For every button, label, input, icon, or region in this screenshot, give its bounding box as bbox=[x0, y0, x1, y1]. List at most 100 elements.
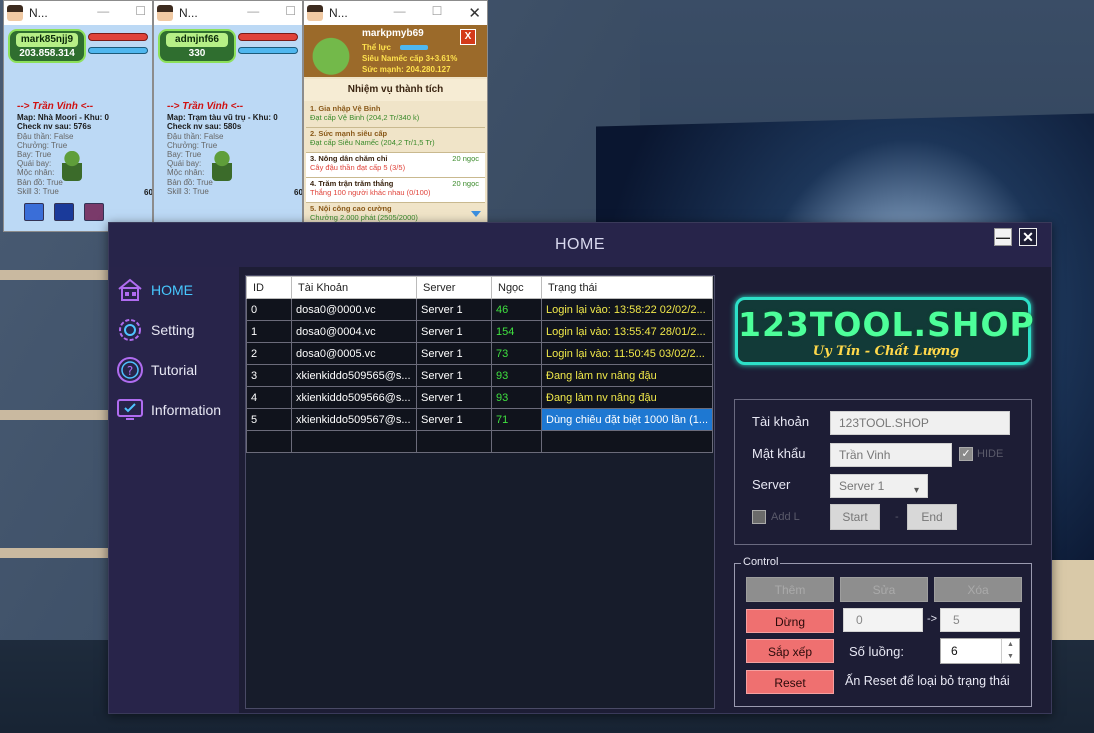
spinner-up-icon[interactable]: ▲ bbox=[1002, 639, 1019, 651]
chevron-down-icon: ▾ bbox=[913, 485, 919, 496]
spinner-down-icon[interactable]: ▼ bbox=[1002, 651, 1019, 663]
mp-bar bbox=[88, 47, 148, 54]
account-input[interactable]: 123TOOL.SHOP bbox=[830, 411, 1010, 435]
cell-id: 0 bbox=[246, 298, 292, 321]
maximize-icon[interactable]: ☐ bbox=[432, 4, 443, 22]
spinner-arrows[interactable]: ▲ ▼ bbox=[1001, 639, 1019, 663]
game-window-title: N... bbox=[329, 6, 348, 20]
column-header-ngoc[interactable]: Ngọc bbox=[491, 276, 542, 299]
range-from-input[interactable]: 0 bbox=[843, 608, 923, 632]
game-window-1[interactable]: N... — ☐ mark85njj9 203.858.314 --> Trần … bbox=[3, 0, 153, 232]
password-input[interactable]: Trần Vinh bbox=[830, 443, 952, 467]
power-label: Sức mạnh: 204.280.127 bbox=[362, 65, 451, 74]
mission-close-button[interactable]: X bbox=[460, 29, 476, 45]
minimize-button[interactable]: — bbox=[994, 228, 1012, 246]
mission-item[interactable]: 3. Nông dân chăm chỉ Cây đậu thần đạt cấ… bbox=[306, 153, 485, 178]
player-power: 330 bbox=[188, 48, 206, 59]
minimize-icon[interactable]: — bbox=[97, 4, 109, 18]
sidebar-item-tutorial[interactable]: ? Tutorial bbox=[115, 355, 235, 385]
player-name: mark85njj9 bbox=[16, 33, 78, 47]
range-arrow: -> bbox=[927, 613, 938, 625]
mission-item[interactable]: 4. Trăm trận trăm thắng Thắng 100 người … bbox=[306, 178, 485, 203]
game-window-titlebar[interactable]: N... — ☐ bbox=[4, 1, 152, 25]
skill-3-icon[interactable] bbox=[84, 203, 104, 221]
scroll-down-icon[interactable] bbox=[471, 211, 481, 217]
add-button[interactable]: Thêm bbox=[746, 577, 834, 602]
sidebar-item-information[interactable]: Information bbox=[115, 395, 235, 425]
info-line: Map: Nhà Moori - Khu: 0 bbox=[17, 113, 109, 123]
maximize-icon[interactable]: ☐ bbox=[135, 4, 146, 18]
table-new-row[interactable] bbox=[246, 430, 714, 453]
cell-server: Server 1 bbox=[416, 320, 492, 343]
threads-value: 6 bbox=[951, 644, 958, 658]
skill-2-icon[interactable] bbox=[54, 203, 74, 221]
minimize-icon[interactable]: — bbox=[394, 4, 406, 22]
brand-logo: 123TOOL.SHOP Uy Tín - Chất Lượng bbox=[735, 297, 1035, 365]
maximize-icon[interactable]: ☐ bbox=[285, 4, 296, 18]
column-header-status[interactable]: Trạng thái bbox=[540, 276, 714, 299]
cell-server: Server 1 bbox=[416, 364, 492, 387]
stop-button[interactable]: Dừng bbox=[746, 609, 834, 633]
game-window-titlebar[interactable]: N... — ☐ bbox=[154, 1, 302, 25]
game-window-3[interactable]: N... — ☐ ✕ markpmyb69 X Thể lực Siêu Namếc… bbox=[303, 0, 488, 226]
reset-button[interactable]: Reset bbox=[746, 670, 834, 694]
add-label: Add L bbox=[771, 511, 800, 523]
cell-ngoc: 154 bbox=[491, 320, 542, 343]
accounts-table: ID Tài Khoản Server Ngọc Trạng thái 0 do… bbox=[246, 276, 714, 453]
mission-reward: 20 ngọc bbox=[452, 179, 479, 188]
gear-icon bbox=[115, 315, 145, 345]
close-icon[interactable]: ✕ bbox=[468, 4, 481, 22]
start-button[interactable]: Start bbox=[830, 504, 880, 530]
sidebar-item-home[interactable]: HOME bbox=[115, 275, 235, 305]
cell-server: Server 1 bbox=[416, 386, 492, 409]
mission-item[interactable]: 1. Gia nhập Vệ Binh Đạt cấp Vệ Binh (204… bbox=[306, 103, 485, 128]
add-checkbox[interactable] bbox=[752, 510, 766, 524]
mission-reward: 20 ngọc bbox=[452, 154, 479, 163]
accounts-grid[interactable]: ID Tài Khoản Server Ngọc Trạng thái 0 do… bbox=[245, 275, 715, 709]
table-row[interactable]: 4 xkienkiddo509566@s... Server 1 93 Đang… bbox=[246, 386, 714, 409]
table-row[interactable]: 0 dosa0@0000.vc Server 1 46 Login lại và… bbox=[246, 298, 714, 321]
table-row[interactable]: 2 dosa0@0005.vc Server 1 73 Login lại và… bbox=[246, 342, 714, 365]
column-header-server[interactable]: Server bbox=[416, 276, 492, 299]
game-window-2[interactable]: N... — ☐ admjnf66 330 --> Trần Vinh <-- M… bbox=[153, 0, 303, 232]
column-header-account[interactable]: Tài Khoản bbox=[291, 276, 417, 299]
sidebar-item-label: Information bbox=[151, 402, 222, 418]
info-line: Check nv sau: 576s bbox=[17, 122, 92, 132]
app-titlebar[interactable]: HOME bbox=[109, 223, 1051, 267]
cell-id: 3 bbox=[246, 364, 292, 387]
cell-account: dosa0@0005.vc bbox=[291, 342, 417, 365]
cell-empty bbox=[540, 430, 714, 453]
column-header-id[interactable]: ID bbox=[246, 276, 292, 299]
table-row[interactable]: 5 xkienkiddo509567@s... Server 1 71 Dùng… bbox=[246, 408, 714, 431]
table-row[interactable]: 1 dosa0@0004.vc Server 1 154 Login lại v… bbox=[246, 320, 714, 343]
info-line: Check nv sau: 580s bbox=[167, 122, 242, 132]
hide-label: HIDE bbox=[977, 448, 1004, 460]
table-row[interactable]: 3 xkienkiddo509565@s... Server 1 93 Đang… bbox=[246, 364, 714, 387]
minimize-icon[interactable]: — bbox=[247, 4, 259, 18]
threads-spinner[interactable]: 6 ▲ ▼ bbox=[940, 638, 1020, 664]
sort-button[interactable]: Sắp xếp bbox=[746, 639, 834, 663]
cell-ngoc: 71 bbox=[491, 408, 542, 431]
edit-button[interactable]: Sửa bbox=[840, 577, 928, 602]
sidebar-item-label: Tutorial bbox=[151, 362, 198, 378]
cell-empty bbox=[491, 430, 542, 453]
sidebar-item-setting[interactable]: Setting bbox=[115, 315, 235, 345]
hide-checkbox[interactable]: ✓ bbox=[959, 447, 973, 461]
player-power: 203.858.314 bbox=[19, 48, 75, 59]
server-select[interactable]: Server 1 ▾ bbox=[830, 474, 928, 498]
server-select-value: Server 1 bbox=[839, 479, 885, 493]
delete-button[interactable]: Xóa bbox=[934, 577, 1022, 602]
mission-item[interactable]: 2. Sức mạnh siêu cấp Đạt cấp Siêu Namếc … bbox=[306, 128, 485, 153]
cell-status: Đang làm nv nâng đậu bbox=[540, 364, 714, 387]
level-label: 60- bbox=[144, 188, 153, 197]
logo-text: 123TOOL.SHOP bbox=[738, 305, 1035, 344]
question-icon: ? bbox=[115, 355, 145, 385]
range-to-input[interactable]: 5 bbox=[940, 608, 1020, 632]
svg-text:?: ? bbox=[127, 364, 133, 378]
skill-1-icon[interactable] bbox=[24, 203, 44, 221]
end-button[interactable]: End bbox=[907, 504, 957, 530]
game-window-titlebar[interactable]: N... — ☐ ✕ bbox=[304, 1, 487, 25]
close-button[interactable]: ✕ bbox=[1019, 228, 1037, 246]
info-line: Skill 3: True bbox=[17, 186, 59, 196]
server-label: Server bbox=[752, 477, 791, 492]
